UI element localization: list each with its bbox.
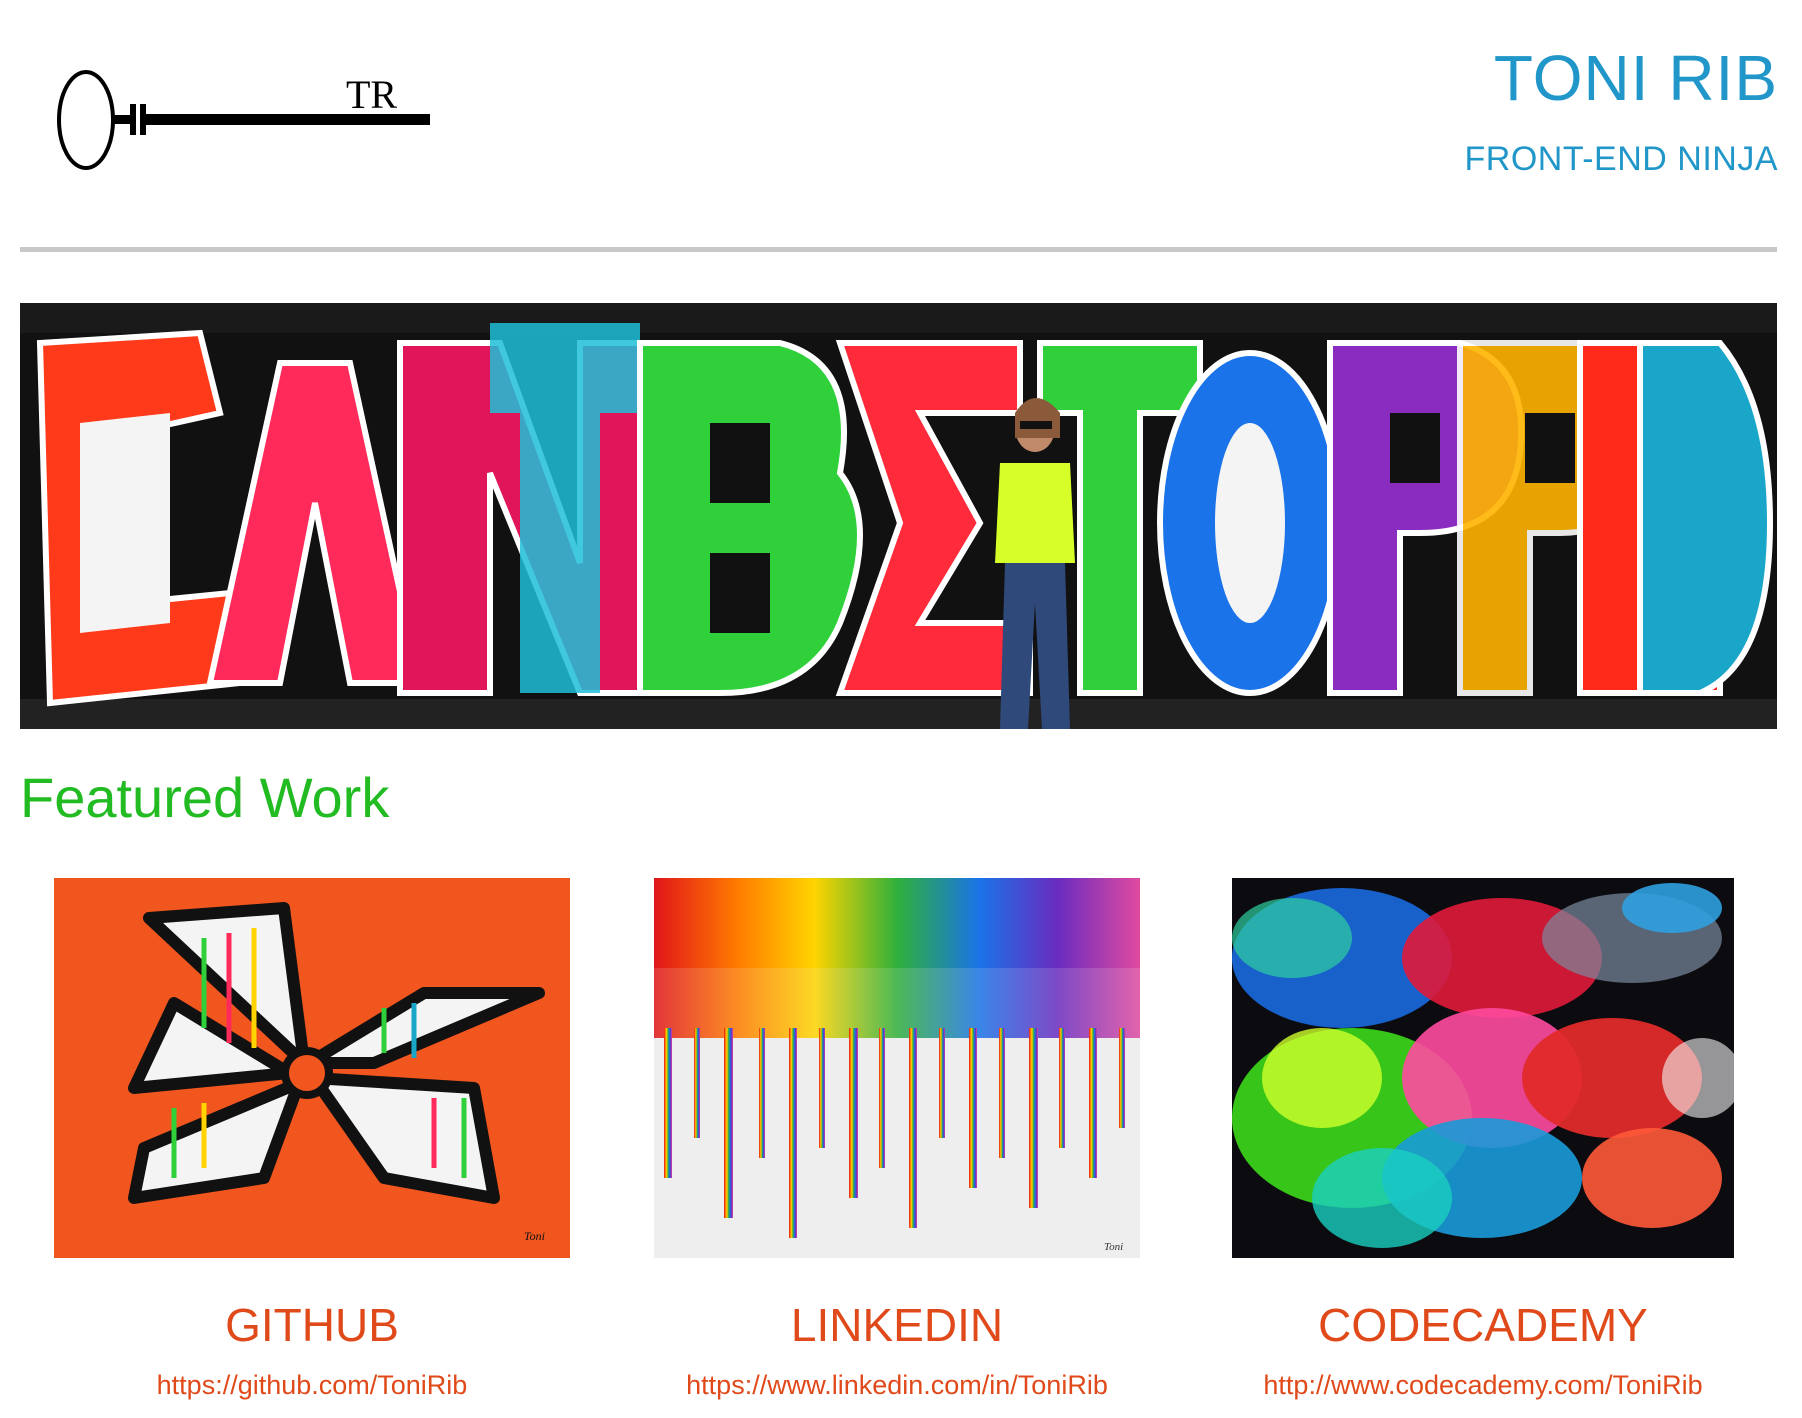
- painting-signature: Toni: [524, 1229, 545, 1243]
- header-divider: [20, 247, 1777, 252]
- melted-crayon-painting-image[interactable]: Toni: [654, 878, 1140, 1258]
- logo-initials: TR: [346, 72, 397, 117]
- featured-work-heading: Featured Work: [20, 766, 390, 829]
- site-name: TONI RIB: [1493, 42, 1778, 114]
- codecademy-link[interactable]: http://www.codecademy.com/ToniRib: [1232, 1372, 1734, 1399]
- github-link[interactable]: https://github.com/ToniRib: [54, 1372, 570, 1399]
- linkedin-link[interactable]: https://www.linkedin.com/in/ToniRib: [654, 1372, 1140, 1399]
- linkedin-label[interactable]: LINKEDIN: [654, 1302, 1140, 1348]
- abstract-splash-painting-image[interactable]: [1232, 878, 1734, 1258]
- painting-signature: Toni: [1104, 1241, 1123, 1253]
- key-logo-icon[interactable]: TR: [56, 60, 436, 185]
- codecademy-label[interactable]: CODECADEMY: [1232, 1302, 1734, 1348]
- github-label[interactable]: GITHUB: [54, 1302, 570, 1348]
- orange-flower-painting-image[interactable]: Toni: [54, 878, 570, 1258]
- hero-graffiti-image: [20, 303, 1777, 729]
- site-header: TR TONI RIB FRONT-END NINJA: [0, 0, 1802, 252]
- site-tagline: FRONT-END NINJA: [1464, 140, 1778, 178]
